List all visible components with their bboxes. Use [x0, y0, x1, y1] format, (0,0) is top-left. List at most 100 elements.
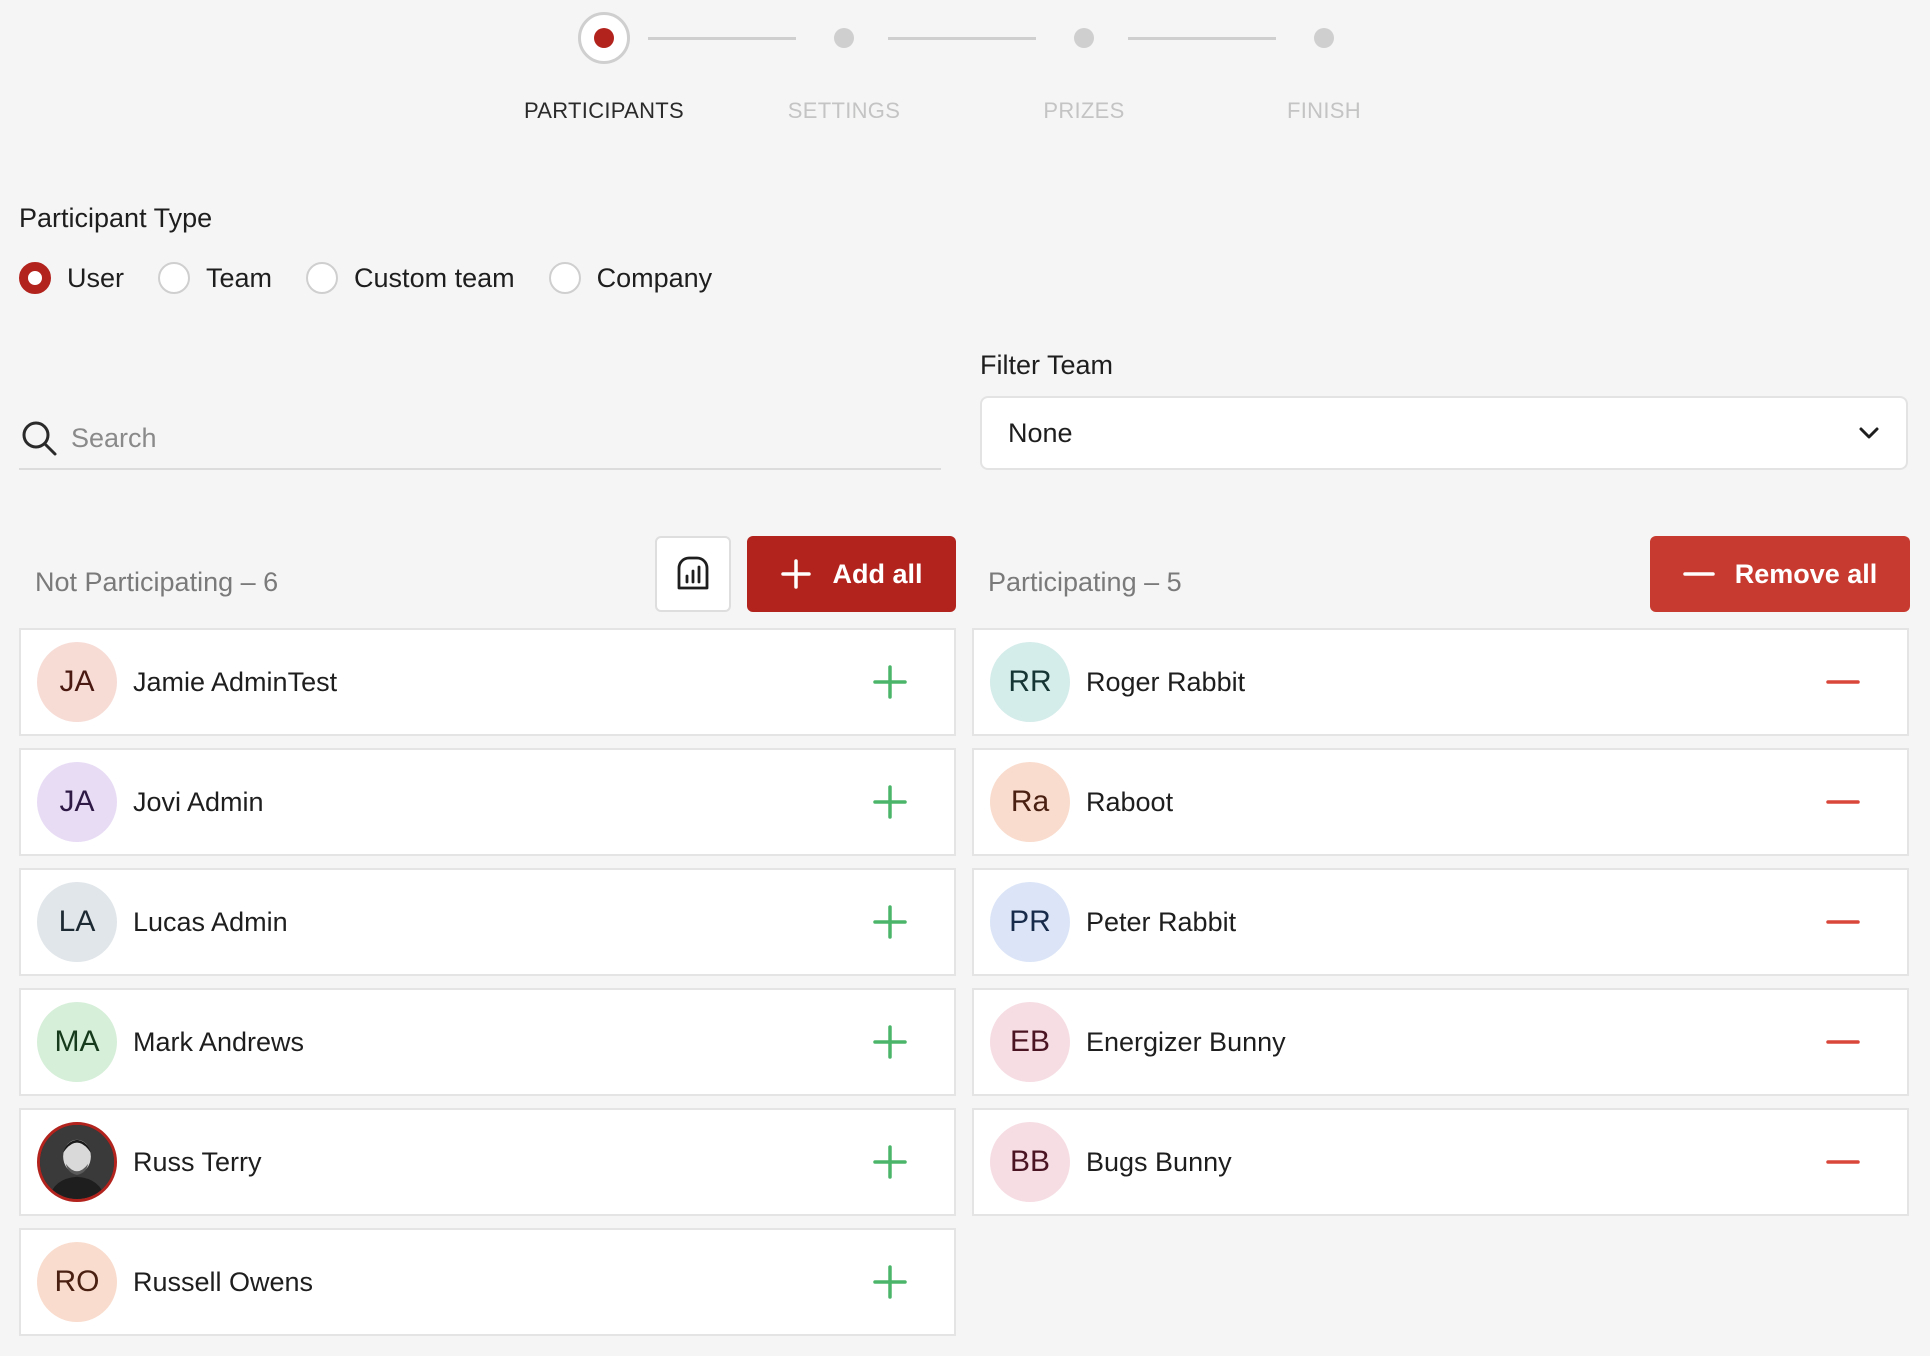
remove-all-button[interactable]: Remove all	[1650, 536, 1910, 612]
step-finish-indicator[interactable]	[1314, 28, 1334, 48]
radio-custom-team-indicator[interactable]	[306, 262, 339, 294]
participating-list: RR Roger Rabbit Ra Raboot PR Peter Rabbi…	[972, 628, 1909, 1228]
participant-name: Mark Andrews	[133, 1026, 305, 1057]
participant-name: Jamie AdminTest	[133, 666, 338, 697]
participant-type-title: Participant Type	[19, 203, 213, 233]
step-prizes-indicator[interactable]	[1074, 28, 1094, 48]
minus-icon	[1826, 920, 1860, 924]
step-participants-indicator[interactable]	[578, 12, 630, 64]
avatar: JA	[37, 642, 117, 722]
search-icon	[22, 421, 57, 456]
add-all-button[interactable]: Add all	[747, 536, 956, 612]
list-item: MA Mark Andrews	[19, 988, 956, 1096]
radio-custom-team-label: Custom team	[354, 262, 515, 293]
avatar: BB	[990, 1122, 1070, 1202]
stats-button[interactable]	[655, 536, 731, 612]
participant-type-radio-group: User Team Custom team Company	[19, 262, 746, 294]
stepper: PARTICIPANTS SETTINGS PRIZES FINISH	[0, 0, 1930, 140]
plus-icon	[873, 1145, 907, 1179]
radio-team-indicator[interactable]	[158, 262, 191, 294]
add-participant-button[interactable]	[860, 772, 920, 832]
participant-name: Lucas Admin	[133, 906, 288, 937]
step-connector	[1128, 37, 1276, 40]
radio-custom-team[interactable]: Custom team	[306, 262, 515, 294]
list-item: LA Lucas Admin	[19, 868, 956, 976]
remove-participant-button[interactable]	[1813, 1012, 1873, 1072]
filter-team-value: None	[1008, 417, 1073, 448]
list-item: JA Jovi Admin	[19, 748, 956, 856]
avatar: RO	[37, 1242, 117, 1322]
step-connector	[888, 37, 1036, 40]
search-bar	[19, 408, 941, 470]
radio-company-label: Company	[596, 262, 713, 293]
radio-user[interactable]: User	[19, 262, 124, 294]
not-participating-header: Not Participating – 6	[35, 567, 279, 597]
radio-team-label: Team	[206, 262, 273, 293]
avatar: JA	[37, 762, 117, 842]
minus-icon	[1826, 680, 1860, 684]
add-participant-button[interactable]	[860, 1132, 920, 1192]
minus-icon	[1826, 800, 1860, 804]
remove-participant-button[interactable]	[1813, 652, 1873, 712]
list-item: Ra Raboot	[972, 748, 1909, 856]
list-item: Russ Terry	[19, 1108, 956, 1216]
user-photo-icon	[40, 1125, 114, 1199]
avatar: EB	[990, 1002, 1070, 1082]
add-participant-button[interactable]	[860, 1252, 920, 1312]
remove-participant-button[interactable]	[1813, 1132, 1873, 1192]
remove-all-label: Remove all	[1734, 558, 1878, 589]
participant-name: Raboot	[1086, 786, 1174, 817]
step-connector	[648, 37, 796, 40]
participant-name: Peter Rabbit	[1086, 906, 1237, 937]
plus-icon	[873, 1265, 907, 1299]
step-label-participants[interactable]: PARTICIPANTS	[494, 98, 714, 124]
radio-company-indicator[interactable]	[548, 262, 581, 294]
chevron-down-icon	[1859, 427, 1879, 439]
participant-name: Energizer Bunny	[1086, 1026, 1286, 1057]
plus-icon	[873, 785, 907, 819]
search-input[interactable]	[71, 422, 911, 454]
list-item: RO Russell Owens	[19, 1228, 956, 1336]
minus-icon	[1826, 1040, 1860, 1044]
list-item: EB Energizer Bunny	[972, 988, 1909, 1096]
filter-team-select[interactable]: None	[980, 396, 1908, 470]
radio-team[interactable]: Team	[158, 262, 272, 294]
avatar: Ra	[990, 762, 1070, 842]
step-label-prizes[interactable]: PRIZES	[974, 98, 1194, 124]
avatar: PR	[990, 882, 1070, 962]
minus-icon	[1826, 1160, 1860, 1164]
add-participant-button[interactable]	[860, 1012, 920, 1072]
radio-company[interactable]: Company	[548, 262, 713, 294]
participant-name: Russ Terry	[133, 1146, 262, 1177]
avatar: MA	[37, 1002, 117, 1082]
avatar: RR	[990, 642, 1070, 722]
plus-icon	[781, 559, 812, 589]
avatar-photo	[37, 1122, 117, 1202]
radio-user-indicator[interactable]	[19, 262, 51, 294]
plus-icon	[873, 665, 907, 699]
step-label-settings[interactable]: SETTINGS	[734, 98, 954, 124]
filter-team-label: Filter Team	[980, 350, 1114, 380]
remove-participant-button[interactable]	[1813, 892, 1873, 952]
avatar: LA	[37, 882, 117, 962]
add-all-label: Add all	[832, 558, 923, 589]
minus-icon	[1682, 572, 1715, 576]
list-item: BB Bugs Bunny	[972, 1108, 1909, 1216]
participating-header: Participating – 5	[988, 567, 1182, 597]
not-participating-list: JA Jamie AdminTest JA Jovi Admin LA Luca…	[19, 628, 956, 1348]
remove-participant-button[interactable]	[1813, 772, 1873, 832]
participant-name: Jovi Admin	[133, 786, 264, 817]
participant-name: Roger Rabbit	[1086, 666, 1246, 697]
plus-icon	[873, 905, 907, 939]
step-settings-indicator[interactable]	[834, 28, 854, 48]
list-item: JA Jamie AdminTest	[19, 628, 956, 736]
step-label-finish[interactable]: FINISH	[1214, 98, 1434, 124]
add-participant-button[interactable]	[860, 652, 920, 712]
list-item: RR Roger Rabbit	[972, 628, 1909, 736]
chart-icon	[677, 556, 709, 590]
radio-user-label: User	[67, 262, 125, 293]
participant-name: Russell Owens	[133, 1266, 314, 1297]
participant-name: Bugs Bunny	[1086, 1146, 1232, 1177]
add-participant-button[interactable]	[860, 892, 920, 952]
plus-icon	[873, 1025, 907, 1059]
